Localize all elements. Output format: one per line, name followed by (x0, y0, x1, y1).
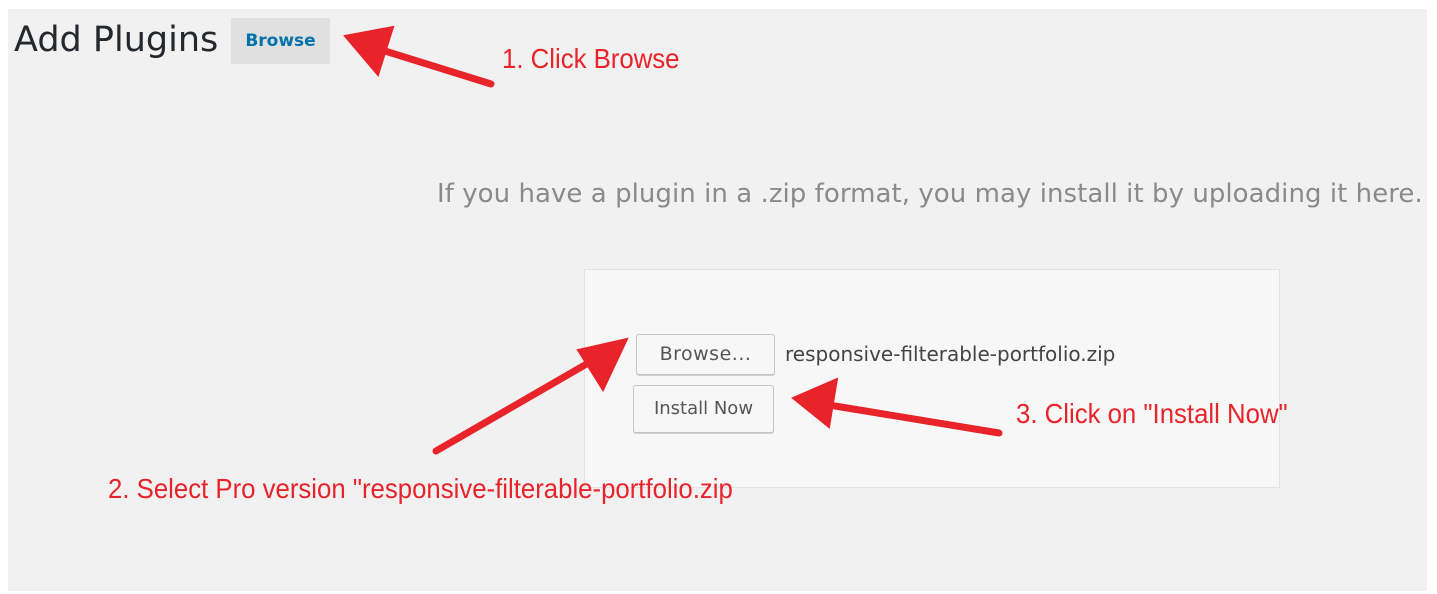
annotation-step-3: 3. Click on "Install Now" (1016, 398, 1288, 429)
annotation-step-2: 2. Select Pro version "responsive-filter… (108, 473, 733, 504)
selected-file-name: responsive-filterable-portfolio.zip (785, 342, 1116, 366)
browse-plugins-button[interactable]: Browse (231, 18, 330, 64)
annotation-step-1: 1. Click Browse (502, 43, 680, 74)
install-now-button[interactable]: Install Now (633, 385, 774, 433)
upload-help-text: If you have a plugin in a .zip format, y… (437, 179, 1423, 209)
choose-file-button[interactable]: Browse... (636, 334, 775, 375)
page-title: Add Plugins (14, 20, 219, 60)
upload-plugin-form (584, 269, 1280, 488)
